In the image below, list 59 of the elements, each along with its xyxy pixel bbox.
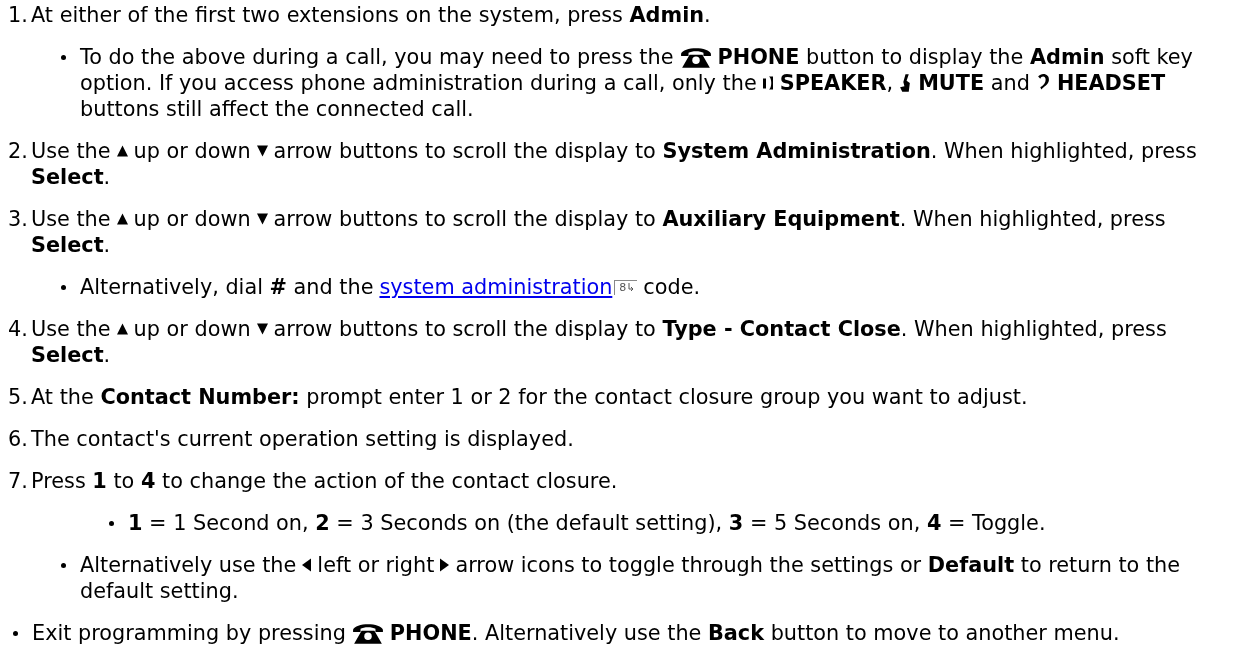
speaker-icon	[762, 75, 774, 91]
telephone-icon	[351, 621, 384, 645]
cross-reference-link[interactable]: system administration	[379, 275, 613, 299]
instruction-text: left or right	[317, 553, 435, 577]
step-number: 2.	[8, 138, 29, 165]
bullet-icon	[61, 54, 66, 60]
step-number: 7.	[8, 468, 29, 494]
instruction-text: buttons still affect the connected call.	[80, 97, 474, 121]
instruction-text: up or down	[133, 207, 251, 231]
step-number: 6.	[8, 426, 29, 452]
instruction-text: HEADSET	[1056, 71, 1166, 95]
up-arrow-icon	[116, 323, 128, 335]
instruction-text: Alternatively, dial # and the	[80, 275, 374, 299]
page-reference[interactable]: 8	[614, 279, 638, 295]
instruction-text: option. If you access phone administration during a call, only the	[80, 71, 757, 95]
instruction-text: Use the	[31, 207, 111, 231]
instruction-text: PHONE button to display the Admin soft key	[717, 45, 1193, 69]
instruction-text: Select.	[31, 343, 111, 367]
instruction-text: arrow buttons to scroll the display to System Administration. When highlighted, press	[273, 139, 1197, 163]
up-arrow-icon	[116, 145, 128, 157]
left-arrow-icon	[302, 558, 312, 572]
instruction-text: PHONE. Alternatively use the Back button to move to another menu.	[389, 621, 1120, 645]
instruction-text: Use the	[31, 139, 111, 163]
right-arrow-icon	[440, 558, 450, 572]
instruction-text: up or down	[133, 139, 251, 163]
step-number: 4.	[8, 316, 29, 343]
bullet-icon	[61, 562, 66, 568]
step-number: 1.	[8, 2, 29, 28]
down-arrow-icon	[256, 323, 268, 335]
bullet-icon	[13, 630, 18, 636]
instruction-text: MUTE and	[918, 71, 1030, 95]
instruction-text: At either of the first two extensions on the system, press Admin.	[31, 3, 711, 27]
instruction-text: To do the above during a call, you may need to press the	[80, 45, 674, 69]
step-number: 3.	[8, 206, 29, 233]
instruction-text: Alternatively use the	[80, 553, 297, 577]
telephone-icon	[679, 45, 712, 69]
instruction-text: Select.	[31, 233, 111, 257]
instruction-text: arrow buttons to scroll the display to Type - Contact Close. When highlighted, press	[273, 317, 1167, 341]
step-number: 5.	[8, 384, 29, 410]
down-arrow-icon	[256, 213, 268, 225]
bullet-icon	[61, 284, 66, 290]
instruction-text: default setting.	[80, 579, 239, 603]
down-arrow-icon	[256, 145, 268, 157]
instruction-text: 1 = 1 Second on, 2 = 3 Seconds on (the default setting), 3 = 5 Seconds on, 4 = Toggle.	[128, 511, 1046, 535]
instruction-text: Use the	[31, 317, 111, 341]
instruction-text: The contact's current operation setting is displayed.	[31, 427, 574, 451]
instruction-text: up or down	[133, 317, 251, 341]
instruction-text: At the Contact Number: prompt enter 1 or 2 for the contact closure group you want to adjust.	[31, 385, 1028, 409]
bullet-icon	[109, 520, 114, 526]
instruction-text: code.	[643, 275, 701, 299]
instruction-text: Exit programming by pressing	[32, 621, 346, 645]
instruction-text: Press 1 to 4 to change the action of the contact closure.	[31, 469, 618, 493]
instruction-text: SPEAKER,	[779, 71, 894, 95]
instruction-text: Select.	[31, 165, 111, 189]
jump-arrow-icon	[628, 283, 636, 292]
up-arrow-icon	[116, 213, 128, 225]
instruction-text: arrow buttons to scroll the display to Auxiliary Equipment. When highlighted, press	[273, 207, 1166, 231]
microphone-icon	[899, 73, 913, 93]
instruction-text: arrow icons to toggle through the settings or Default to return to the	[455, 553, 1181, 577]
